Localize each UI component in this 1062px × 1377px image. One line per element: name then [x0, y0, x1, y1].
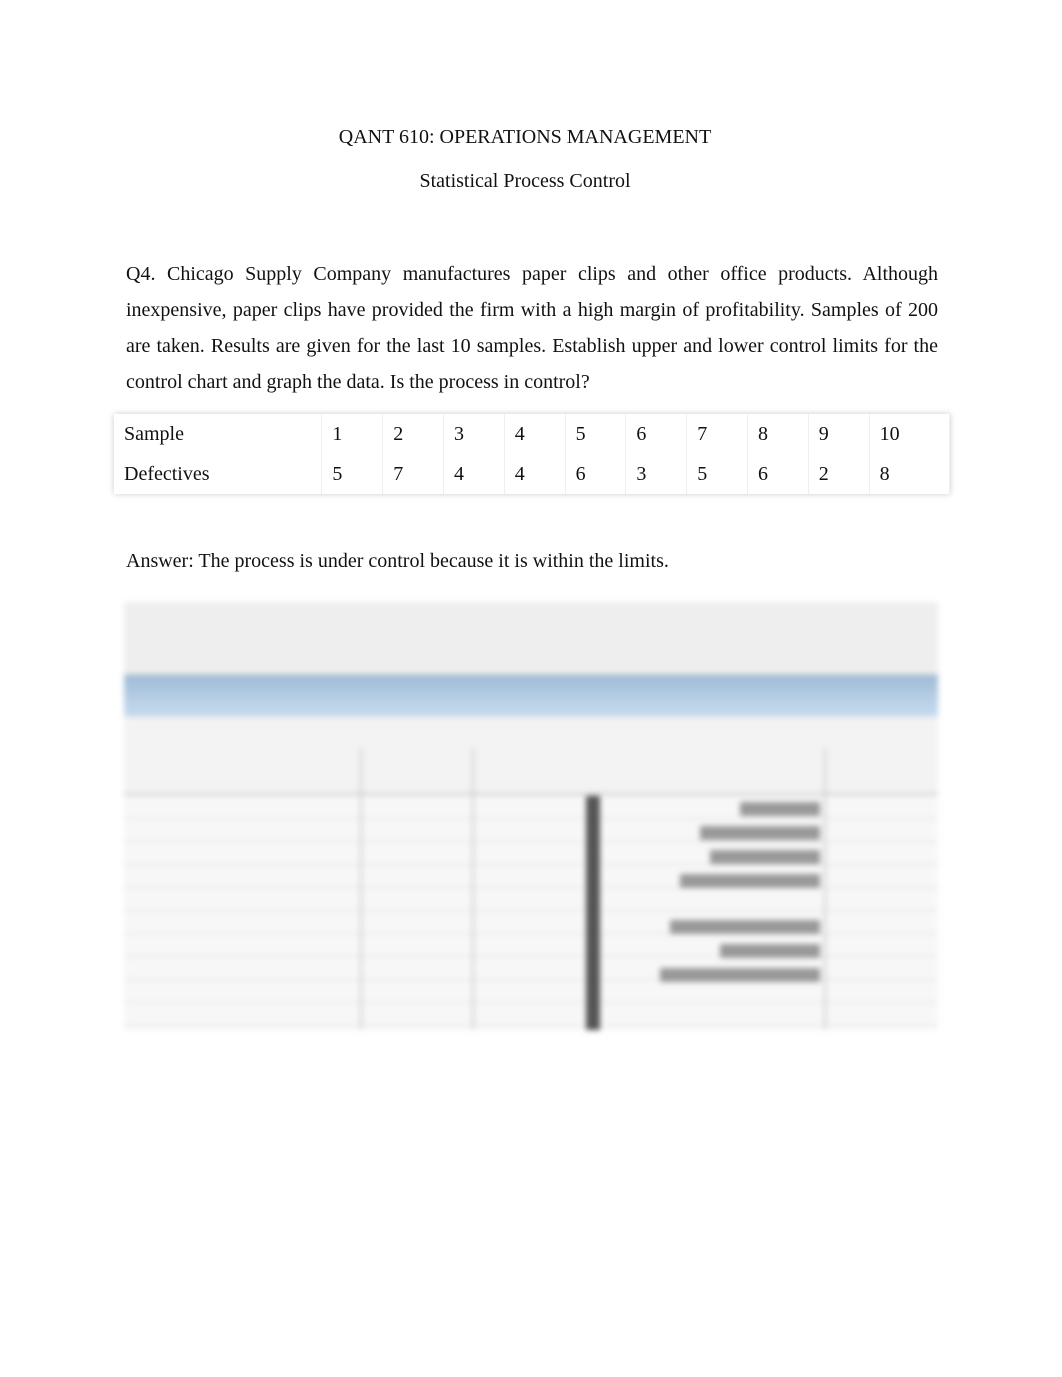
topic-title: Statistical Process Control	[419, 170, 631, 192]
table-cell: 1	[321, 414, 384, 454]
blurred-label	[680, 874, 820, 888]
table-cell: 8	[869, 454, 951, 494]
blurred-spreadsheet-screenshot	[124, 602, 938, 1030]
document-page: QANT 610: OPERATIONS MANAGEMENT Statisti…	[0, 0, 1062, 1377]
column-divider	[360, 748, 362, 1030]
table-cell: 3	[625, 454, 688, 494]
table-cell: 7	[686, 414, 748, 454]
screenshot-column-headers	[124, 717, 938, 795]
blurred-label	[660, 968, 820, 982]
column-divider	[824, 748, 826, 1030]
table-cell: 4	[443, 454, 505, 494]
blurred-label	[720, 944, 820, 958]
answer-text: Answer: The process is under control bec…	[126, 550, 669, 572]
table-cell: Defectives	[114, 454, 323, 494]
table-cell: 10	[869, 414, 951, 454]
table-cell: 8	[747, 414, 809, 454]
table-cell: 4	[504, 414, 566, 454]
table-cell: 5	[686, 454, 748, 494]
table-cell: 4	[504, 454, 566, 494]
screenshot-toolbar	[124, 602, 938, 675]
defectives-table: Sample 1 2 3 4 5 6 7 8 9 10 Defectives 5…	[114, 414, 951, 494]
table-cell: 5	[321, 454, 384, 494]
blurred-label	[700, 826, 820, 840]
blurred-label	[740, 802, 820, 816]
table-cell: 9	[808, 414, 870, 454]
table-cell: 3	[443, 414, 505, 454]
table-cell: 6	[747, 454, 809, 494]
table-cell: 2	[382, 414, 444, 454]
dark-column-bar	[586, 796, 600, 1030]
table-cell: 6	[565, 454, 627, 494]
table-row: Defectives 5 7 4 4 6 3 5 6 2 8	[114, 454, 951, 494]
column-divider	[472, 748, 474, 1030]
table-cell: 6	[625, 414, 688, 454]
table-cell: 2	[808, 454, 870, 494]
course-title: QANT 610: OPERATIONS MANAGEMENT	[338, 126, 712, 148]
table-cell: 7	[382, 454, 444, 494]
screenshot-title-bar	[124, 675, 938, 717]
table-cell: 5	[565, 414, 627, 454]
question-text: Q4. Chicago Supply Company manufactures …	[126, 263, 938, 393]
blurred-label	[710, 850, 820, 864]
blurred-label	[670, 920, 820, 934]
table-row: Sample 1 2 3 4 5 6 7 8 9 10	[114, 414, 951, 454]
table-cell: Sample	[114, 414, 323, 454]
